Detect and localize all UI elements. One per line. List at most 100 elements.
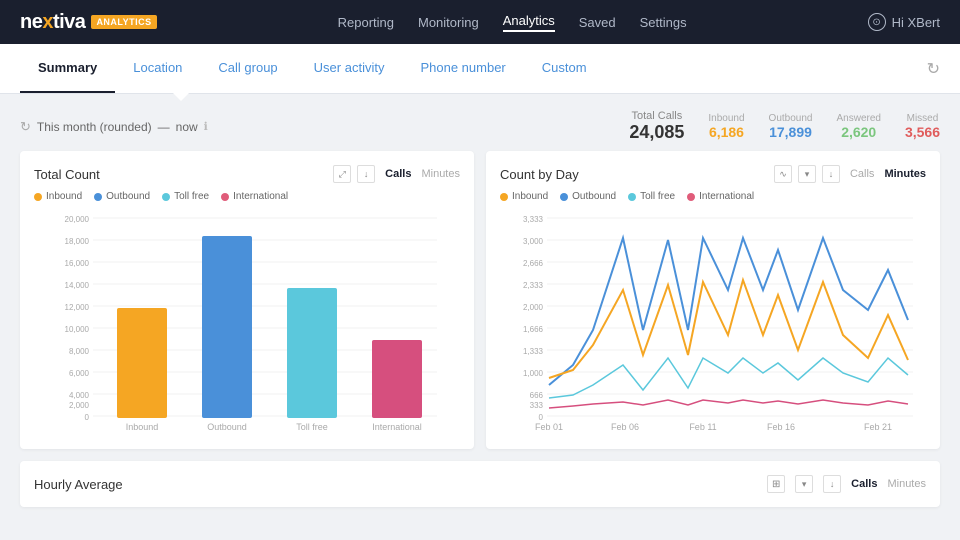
minutes-toggle[interactable]: Minutes [421, 168, 460, 180]
svg-text:4,000: 4,000 [69, 391, 90, 400]
line-calls-toggle[interactable]: Calls [850, 168, 874, 180]
tab-phonenumber[interactable]: Phone number [402, 44, 523, 93]
count-by-day-controls: ∿ ▾ ↓ Calls Minutes [774, 165, 926, 183]
outbound-label: Outbound [769, 113, 813, 124]
analytics-badge: ANALYTICS [91, 15, 156, 29]
legend-dot-outbound [94, 193, 102, 201]
refresh-icon[interactable]: ↻ [927, 59, 940, 79]
nav-saved[interactable]: Saved [579, 15, 616, 30]
tab-useractivity[interactable]: User activity [296, 44, 403, 93]
svg-text:Toll free: Toll free [296, 422, 328, 430]
charts-row: Total Count ⤢ ↓ Calls Minutes Inbound [20, 151, 940, 449]
svg-text:2,333: 2,333 [523, 281, 544, 290]
line-legend-international: International [687, 191, 754, 202]
svg-text:2,000: 2,000 [69, 401, 90, 410]
tab-location[interactable]: Location [115, 44, 200, 93]
hourly-average-row: Hourly Average ⊞ ▾ ↓ Calls Minutes [20, 461, 940, 507]
svg-text:12,000: 12,000 [65, 303, 90, 312]
svg-text:3,333: 3,333 [523, 215, 544, 224]
svg-text:6,000: 6,000 [69, 369, 90, 378]
line-legend-dot-outbound [560, 193, 568, 201]
header: nextiva ANALYTICS Reporting Monitoring A… [0, 0, 960, 44]
line-download-icon[interactable]: ↓ [822, 165, 840, 183]
tab-custom[interactable]: Custom [524, 44, 605, 93]
hourly-minutes-toggle[interactable]: Minutes [887, 478, 926, 490]
content: ↻ This month (rounded) — now ℹ Total Cal… [0, 94, 960, 517]
nav-analytics[interactable]: Analytics [503, 13, 555, 32]
svg-text:8,000: 8,000 [69, 347, 90, 356]
hourly-calls-toggle[interactable]: Calls [851, 478, 877, 490]
answered-stat: Answered 2,620 [836, 113, 880, 140]
line-minutes-toggle[interactable]: Minutes [884, 168, 926, 180]
svg-text:Outbound: Outbound [207, 422, 247, 430]
total-calls-label: Total Calls [629, 110, 684, 122]
chart-icon-group: ⤢ ↓ [333, 165, 375, 183]
total-count-legend: Inbound Outbound Toll free International [34, 191, 460, 202]
subnav-arrow [173, 93, 189, 101]
svg-text:666: 666 [530, 391, 544, 400]
count-by-day-card: Count by Day ∿ ▾ ↓ Calls Minutes Inbound [486, 151, 940, 449]
answered-value: 2,620 [836, 124, 880, 140]
total-calls-area: Total Calls 24,085 Inbound 6,186 Outboun… [629, 110, 940, 143]
hourly-download-icon[interactable]: ↓ [823, 475, 841, 493]
hourly-trend-icon[interactable]: ⊞ [767, 475, 785, 493]
svg-text:Feb 06: Feb 06 [611, 422, 639, 430]
line-legend-outbound-label: Outbound [572, 191, 616, 202]
bar-chart-svg: 20,000 18,000 16,000 14,000 12,000 10,00… [34, 210, 460, 430]
missed-value: 3,566 [905, 124, 940, 140]
total-count-header: Total Count ⤢ ↓ Calls Minutes [34, 165, 460, 183]
legend-outbound-label: Outbound [106, 191, 150, 202]
tab-summary[interactable]: Summary [20, 44, 115, 93]
line-legend-inbound-label: Inbound [512, 191, 548, 202]
nav-monitoring[interactable]: Monitoring [418, 15, 479, 30]
date-now: now [176, 120, 198, 134]
svg-text:20,000: 20,000 [65, 215, 90, 224]
hourly-filter-icon[interactable]: ▾ [795, 475, 813, 493]
legend-inbound-label: Inbound [46, 191, 82, 202]
svg-text:10,000: 10,000 [65, 325, 90, 334]
count-by-day-legend: Inbound Outbound Toll free International [500, 191, 926, 202]
line-legend-international-label: International [699, 191, 754, 202]
total-count-card: Total Count ⤢ ↓ Calls Minutes Inbound [20, 151, 474, 449]
tab-callgroup[interactable]: Call group [200, 44, 295, 93]
legend-dot-international [221, 193, 229, 201]
outbound-stat: Outbound 17,899 [769, 113, 813, 140]
line-trend-icon[interactable]: ∿ [774, 165, 792, 183]
svg-text:3,000: 3,000 [523, 237, 544, 246]
hourly-average-title: Hourly Average [34, 477, 123, 492]
expand-icon[interactable]: ⤢ [333, 165, 351, 183]
nav-reporting[interactable]: Reporting [338, 15, 394, 30]
svg-text:2,666: 2,666 [523, 259, 544, 268]
nav-links: Reporting Monitoring Analytics Saved Set… [338, 13, 687, 32]
logo-area: nextiva ANALYTICS [20, 11, 157, 34]
answered-label: Answered [836, 113, 880, 124]
legend-tollfree: Toll free [162, 191, 209, 202]
date-refresh-icon[interactable]: ↻ [20, 119, 31, 135]
svg-text:18,000: 18,000 [65, 237, 90, 246]
svg-text:2,000: 2,000 [523, 303, 544, 312]
missed-label: Missed [905, 113, 940, 124]
count-by-day-title: Count by Day [500, 167, 579, 182]
legend-inbound: Inbound [34, 191, 82, 202]
line-legend-outbound: Outbound [560, 191, 616, 202]
line-legend-inbound: Inbound [500, 191, 548, 202]
total-count-title: Total Count [34, 167, 100, 182]
svg-text:333: 333 [530, 401, 544, 410]
line-legend-dot-tollfree [628, 193, 636, 201]
total-count-controls: ⤢ ↓ Calls Minutes [333, 165, 460, 183]
total-calls-value: 24,085 [629, 122, 684, 143]
date-label: ↻ This month (rounded) — now ℹ [20, 119, 208, 135]
nav-settings[interactable]: Settings [640, 15, 687, 30]
svg-text:0: 0 [85, 413, 90, 422]
svg-text:Feb 16: Feb 16 [767, 422, 795, 430]
download-icon[interactable]: ↓ [357, 165, 375, 183]
inbound-label: Inbound [708, 113, 744, 124]
line-filter-icon[interactable]: ▾ [798, 165, 816, 183]
date-row: ↻ This month (rounded) — now ℹ Total Cal… [20, 104, 940, 151]
svg-text:14,000: 14,000 [65, 281, 90, 290]
svg-text:0: 0 [539, 413, 544, 422]
svg-text:Feb 11: Feb 11 [689, 422, 716, 430]
calls-toggle[interactable]: Calls [385, 168, 411, 180]
line-chart-svg: 3,333 3,000 2,666 2,333 2,000 1,666 1,33… [500, 210, 926, 430]
user-icon: ⊙ [868, 13, 886, 31]
